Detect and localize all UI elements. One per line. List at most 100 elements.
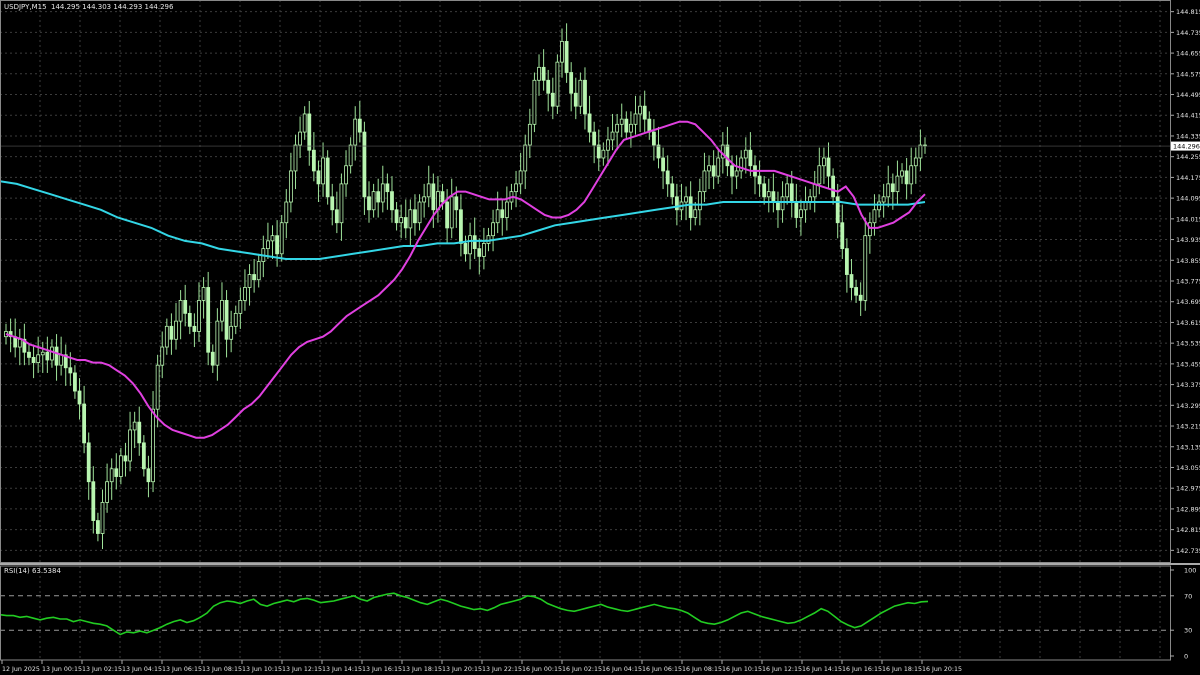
candle-body [284,201,289,224]
x-tick-label: 13 Jun 08:15 [202,666,242,673]
y-tick-label: 143.935 [1176,236,1200,244]
candle-body [155,364,160,410]
candle-body [684,196,688,203]
x-tick-label: 16 Jun 00:15 [522,666,562,673]
candle-body [610,131,615,141]
candle-body [564,41,569,73]
rsi-panel-border [0,565,1171,661]
candle-body [187,312,192,327]
candle-body [799,209,803,218]
candle-body [183,300,188,314]
candle-body [330,196,335,211]
candle-body [734,170,739,177]
candle-body [376,191,381,203]
candle-body [220,300,224,322]
y-tick-label: 143.535 [1176,340,1200,348]
candle-body [716,157,721,177]
candle-body [504,201,509,218]
candle-body [123,455,128,462]
candle-body [54,346,59,366]
candle-body [725,144,730,167]
candle-body [615,123,620,133]
candle-body [633,113,638,125]
price-panel [0,23,1170,550]
candle-body [900,170,904,177]
rsi-panel [0,592,1170,636]
candle-body [831,175,835,198]
candle-body [243,287,247,301]
candle-body [463,243,468,255]
candle-body [344,165,348,185]
candle-body [881,196,886,203]
candle-body [454,196,459,211]
candle-body [578,79,583,107]
candle-body [532,79,537,125]
candle-body [45,351,50,361]
y-tick-label: 143.695 [1176,298,1200,306]
candle-body [146,468,151,483]
candle-body [486,235,491,244]
candle-body [238,300,243,314]
x-tick-label: 12 Jun 2025 [2,666,40,673]
y-tick-label: 144.655 [1176,50,1200,58]
candle-body [780,196,785,211]
candle-body [197,300,201,332]
x-tick-label: 16 Jun 14:15 [802,666,842,673]
candle-body [895,175,900,193]
candle-body [495,209,500,224]
candle-body [665,170,670,185]
candle-body [298,131,302,146]
y-tick-label: 144.255 [1176,153,1200,161]
y-tick-label: 144.495 [1176,91,1200,99]
candle-body [693,209,698,218]
candle-body [592,131,597,146]
candle-body [546,79,551,94]
candle-body [472,235,477,250]
y-tick-label: 144.175 [1176,174,1200,182]
candle-body [151,408,155,483]
candle-body [757,175,762,185]
candle-body [50,346,54,361]
rsi-tick-label: 100 [1184,567,1196,575]
candle-body [909,165,914,185]
candle-body [247,274,252,288]
candle-body [307,113,312,151]
candle-body [86,442,91,483]
candle-body [674,196,679,211]
rsi-tick-label: 30 [1184,627,1192,635]
candle-body [812,183,817,198]
candle-body [178,300,183,322]
candle-body [302,113,307,133]
candle-body [141,442,146,470]
candle-body [849,274,854,288]
y-tick-label: 144.575 [1176,70,1200,78]
candle-body [440,191,445,203]
candle-body [82,403,87,444]
candle-body [826,157,831,177]
candle-body [688,196,693,218]
x-tick-label: 13 Jun 20:15 [442,666,482,673]
candle-body [137,421,142,444]
candle-body [904,170,909,185]
candle-body [514,183,518,193]
candle-body [560,41,564,63]
y-tick-label: 143.375 [1176,381,1200,389]
candle-body [293,144,298,172]
candle-body [606,139,610,151]
candle-body [596,144,601,159]
candle-body [822,157,826,167]
candle-body [206,287,211,353]
y-tick-label: 142.815 [1176,526,1200,534]
candle-body [339,183,344,224]
candle-body [31,357,36,363]
candle-body [918,144,923,159]
candle-body [858,294,863,301]
candle-body [422,196,427,203]
candle-body [619,118,624,125]
y-tick-label: 144.735 [1176,29,1200,37]
candle-body [390,191,394,211]
candle-body [17,338,22,348]
candle-body [527,123,532,146]
candle-body [385,183,390,193]
y-tick-label: 143.215 [1176,423,1200,431]
